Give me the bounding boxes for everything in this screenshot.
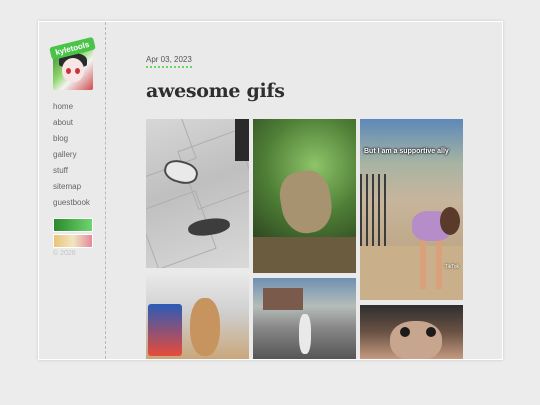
gif-yoga-balcony[interactable]: But I am a supportive ally TikTok [360, 119, 463, 300]
gif-forest-animal[interactable] [253, 119, 356, 273]
gif-skeleton-street[interactable] [253, 278, 356, 359]
site-button-badge[interactable] [53, 218, 93, 232]
nav-item-sitemap[interactable]: sitemap [53, 179, 90, 195]
post-date: Apr 03, 2023 [146, 55, 192, 68]
gif-dog-face[interactable] [360, 305, 463, 359]
gif-caption: But I am a supportive ally [364, 148, 449, 155]
sidebar: kyletools home about blog gallery stuff … [39, 22, 106, 359]
main-content: Apr 03, 2023 awesome gifs But I am a sup… [146, 22, 502, 359]
site-logo[interactable]: kyletools [49, 36, 96, 90]
copyright: © 2026 [53, 250, 76, 257]
nav-item-stuff[interactable]: stuff [53, 163, 90, 179]
nav-item-about[interactable]: about [53, 115, 90, 131]
post-title: awesome gifs [146, 80, 285, 102]
nav-item-home[interactable]: home [53, 99, 90, 115]
page-frame: kyletools home about blog gallery stuff … [38, 21, 503, 360]
nav-item-gallery[interactable]: gallery [53, 147, 90, 163]
button-badges [53, 218, 93, 250]
sidebar-nav: home about blog gallery stuff sitemap gu… [53, 99, 90, 211]
friend-button-badge[interactable] [53, 234, 93, 248]
nav-item-guestbook[interactable]: guestbook [53, 195, 90, 211]
gif-cats[interactable] [146, 119, 249, 268]
nav-item-blog[interactable]: blog [53, 131, 90, 147]
gif-dog-chips[interactable] [146, 274, 249, 359]
tiktok-watermark: TikTok [444, 264, 459, 270]
gif-gallery: But I am a supportive ally TikTok [146, 119, 464, 359]
